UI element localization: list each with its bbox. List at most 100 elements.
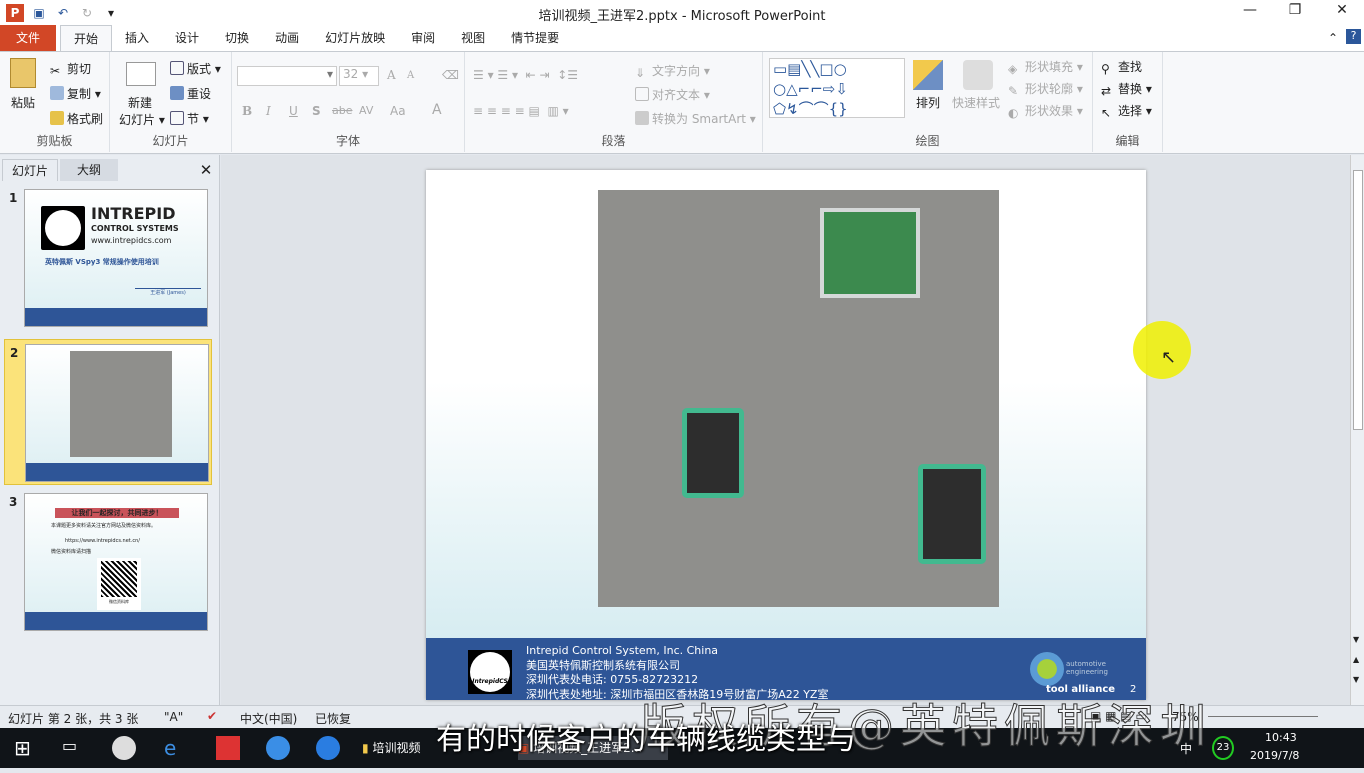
slide-thumbnail-3[interactable]: 3 让我们一起探讨，共同进步！ 本课题更多资料请关注官方网站及微信资料库。 ht… — [4, 489, 212, 635]
tab-slideshow[interactable]: 幻灯片放映 — [312, 25, 398, 51]
tab-view[interactable]: 视图 — [448, 25, 498, 51]
tab-outline[interactable]: 大纲 — [60, 159, 118, 181]
quick-styles-button[interactable]: 快速样式 — [952, 94, 1000, 111]
video-subtitle: 有的时候客户的车辆线缆类型与 — [436, 722, 856, 757]
shape-fill-button[interactable]: ◈ 形状填充 ▾ — [1008, 58, 1083, 76]
shape-effects-button[interactable]: ◐ 形状效果 ▾ — [1008, 102, 1083, 120]
alignment-buttons[interactable]: ≡ ≡ ≡ ≡ ▤ ▥ ▾ — [473, 104, 569, 118]
convert-smartart-button[interactable]: 转换为 SmartArt ▾ — [635, 110, 756, 127]
align-text-label: 对齐文本 — [652, 88, 701, 102]
app-icon-blue[interactable] — [266, 736, 290, 760]
thumb-photo — [70, 351, 172, 457]
shrink-font-button[interactable]: A — [407, 70, 414, 81]
text-direction-button[interactable]: ⇓ 文字方向 ▾ — [635, 62, 710, 80]
font-size-select[interactable]: 32 ▾ — [339, 66, 379, 86]
company-cn: 美国英特佩斯控制系统有限公司 — [526, 658, 680, 672]
smartart-label: 转换为 SmartArt — [652, 112, 746, 126]
minimize-button[interactable]: — — [1230, 2, 1270, 18]
clock-date[interactable]: 2019/7/8 — [1250, 749, 1299, 773]
app-icon-pinwheel[interactable] — [112, 736, 136, 760]
intrepid-logo — [41, 206, 85, 250]
copy-button[interactable]: 复制 ▾ — [50, 85, 101, 102]
phone: 深圳代表处电话: 0755-82723212 — [526, 673, 699, 686]
collapse-ribbon-icon[interactable]: ⌃ — [1328, 31, 1338, 45]
maximize-button[interactable]: ❐ — [1275, 2, 1315, 18]
tab-storyboard[interactable]: 情节提要 — [498, 25, 572, 51]
cut-button[interactable]: ✂ 剪切 — [50, 60, 91, 78]
align-text-button[interactable]: 对齐文本 ▾ — [635, 86, 710, 103]
thumb-footer — [26, 463, 208, 481]
new-slide-label-2: 幻灯片 — [119, 113, 156, 127]
bullets-button[interactable]: ☰ ▾ ☰ ▾ ⇤ ⇥ ↕☰ — [473, 68, 578, 82]
tab-home[interactable]: 开始 — [60, 25, 113, 51]
task-view-icon[interactable]: ▭ — [62, 736, 77, 760]
shapes-gallery[interactable]: ▭▤╲╲□○ ○△⌐⌐⇨⇩ ⬠↯⌒⌒{} — [769, 58, 905, 118]
strikethrough-button[interactable]: abe — [332, 104, 353, 117]
font-name-select[interactable]: ▾ — [237, 66, 337, 86]
shape-outline-button[interactable]: ✎ 形状轮廓 ▾ — [1008, 80, 1083, 98]
paste-button[interactable]: 粘贴 — [11, 94, 35, 111]
underline-button[interactable]: U — [289, 104, 298, 118]
windows-start-icon[interactable]: ⊞ — [14, 736, 31, 760]
grow-font-button[interactable]: A — [387, 68, 396, 82]
scrollbar-thumb[interactable] — [1353, 170, 1363, 430]
new-slide-dropdown[interactable]: 幻灯片 ▾ — [119, 111, 165, 128]
language-status[interactable]: 中文(中国) — [240, 710, 297, 727]
previous-slide-button[interactable]: ▲ — [1353, 655, 1359, 664]
ie-icon[interactable]: e — [164, 736, 176, 760]
tab-animations[interactable]: 动画 — [262, 25, 312, 51]
tab-design[interactable]: 设计 — [162, 25, 212, 51]
section-button[interactable]: 节 ▾ — [170, 110, 209, 127]
slide-number: 1 — [9, 191, 18, 205]
slide-photo-devices[interactable] — [598, 190, 999, 607]
clear-formatting-icon[interactable]: ⌫ — [442, 68, 459, 82]
shadow-button[interactable]: S — [312, 104, 321, 118]
shape-outline-label: 形状轮廓 — [1025, 82, 1074, 96]
app-icon-k[interactable] — [316, 736, 340, 760]
current-slide[interactable]: IntrepidCS Intrepid Control System, Inc.… — [426, 170, 1146, 701]
arrange-icon[interactable] — [913, 60, 943, 90]
youdao-icon[interactable] — [216, 736, 240, 760]
tab-file[interactable]: 文件 — [0, 25, 56, 51]
quick-styles-icon[interactable] — [963, 60, 993, 90]
clipboard-group: 粘贴 ✂ 剪切 复制 ▾ 格式刷 剪贴板 — [0, 52, 110, 152]
change-case-button[interactable]: Aa — [390, 104, 406, 118]
tab-review[interactable]: 审阅 — [398, 25, 448, 51]
help-icon[interactable]: ? — [1346, 29, 1361, 44]
next-slide-button[interactable]: ▼ — [1353, 675, 1359, 684]
font-color-button[interactable]: A — [432, 102, 442, 118]
format-painter-label: 格式刷 — [67, 112, 104, 126]
thumbnail-preview — [25, 344, 209, 482]
shape-fill-label: 形状填充 — [1025, 60, 1074, 74]
italic-button[interactable]: I — [266, 104, 271, 118]
replace-button[interactable]: ⇄ 替换 ▾ — [1101, 80, 1152, 98]
tab-insert[interactable]: 插入 — [112, 25, 162, 51]
new-slide-label[interactable]: 新建 — [128, 94, 152, 111]
zoom-slider[interactable] — [1208, 716, 1318, 717]
reset-label: 重设 — [187, 87, 212, 101]
vertical-scrollbar[interactable]: ▼ ▲ ▼ — [1350, 155, 1364, 705]
slide-thumbnail-1[interactable]: 1 INTREPID CONTROL SYSTEMS www.intrepidc… — [4, 185, 212, 331]
reset-button[interactable]: 重设 — [170, 85, 211, 102]
tab-transitions[interactable]: 切换 — [212, 25, 262, 51]
spellcheck-icon[interactable]: ✔ — [207, 709, 217, 723]
layout-button[interactable]: 版式 ▾ — [170, 60, 221, 77]
close-button[interactable]: ✕ — [1322, 2, 1362, 18]
group-label: 段落 — [601, 134, 626, 148]
arrange-button[interactable]: 排列 — [916, 94, 940, 111]
bold-button[interactable]: B — [242, 104, 252, 118]
slide-thumbnail-2[interactable]: 2 — [4, 339, 212, 485]
slide-number: 2 — [10, 346, 19, 360]
security-badge[interactable]: 23 — [1212, 736, 1234, 760]
character-spacing-button[interactable]: AV — [359, 104, 373, 117]
scroll-down-arrow[interactable]: ▼ — [1353, 635, 1359, 644]
group-label: 剪贴板 — [36, 134, 73, 148]
find-button[interactable]: ⚲ 查找 — [1101, 58, 1142, 76]
format-painter-button[interactable]: 格式刷 — [50, 110, 103, 127]
new-slide-icon[interactable] — [126, 62, 156, 86]
close-pane-button[interactable]: ✕ — [196, 159, 216, 181]
select-button[interactable]: ↖ 选择 ▾ — [1101, 102, 1152, 120]
tab-slides[interactable]: 幻灯片 — [2, 159, 58, 181]
font-size-value: 32 — [343, 67, 359, 81]
paste-icon[interactable] — [10, 58, 36, 88]
